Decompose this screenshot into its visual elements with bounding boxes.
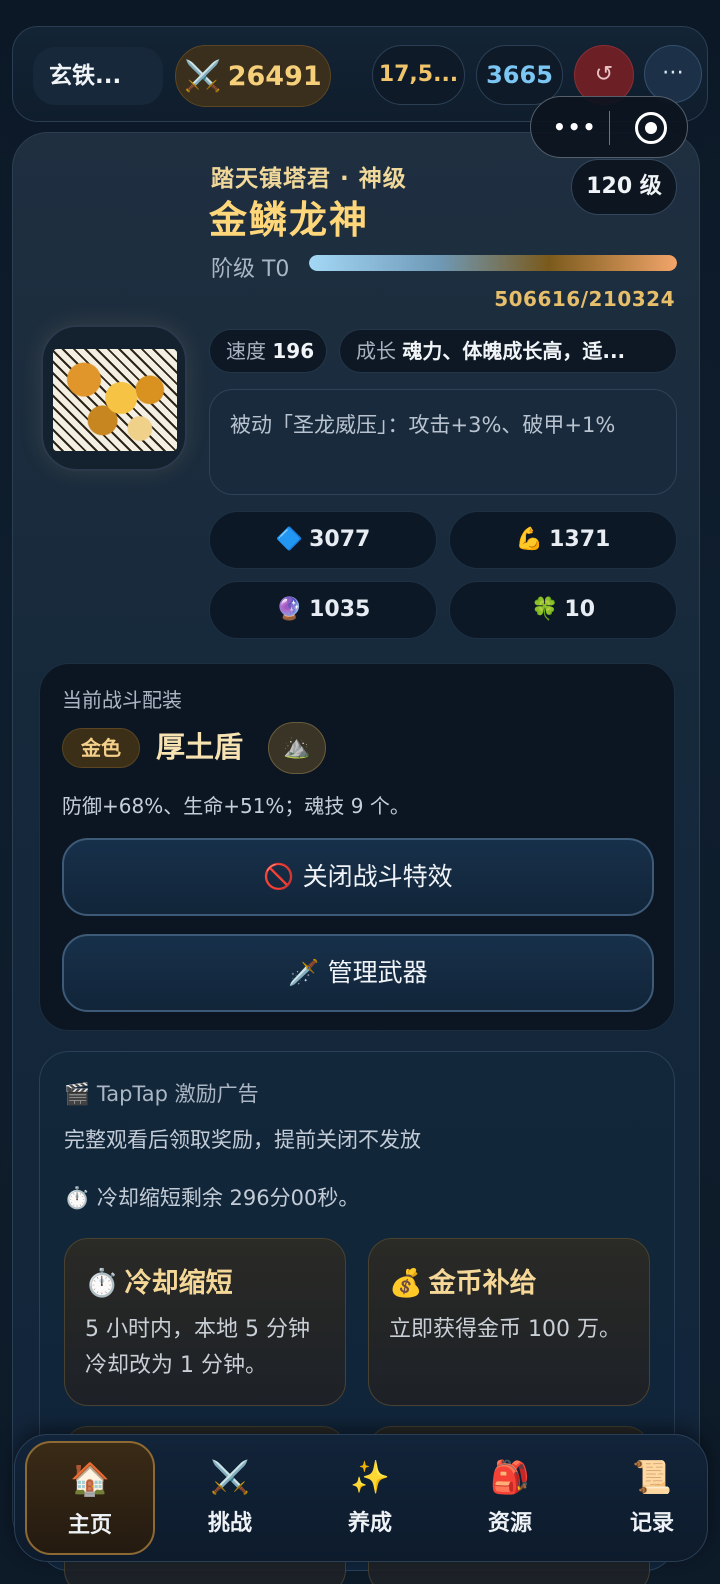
bottom-nav: 🏠 主页 ⚔️ 挑战 ✨ 养成 🎒 资源 📜 记录 — [14, 1434, 708, 1562]
card-title: ⏱️ 冷却缩短 — [85, 1261, 325, 1300]
card-body: 5 小时内，本地 5 分钟冷却改为 1 分钟。 — [85, 1317, 310, 1378]
stat-attack: 🔷 3077 — [209, 511, 437, 569]
nav-label: 挑战 — [207, 1511, 252, 1536]
menu-dots-icon[interactable]: ••• — [553, 115, 597, 139]
speed-label: 速度 — [226, 339, 266, 363]
nav-home[interactable]: 🏠 主页 — [25, 1441, 155, 1555]
close-target-icon[interactable] — [635, 112, 667, 144]
stat-value: 1371 — [549, 527, 611, 552]
house-icon: 🏠 — [70, 1460, 110, 1498]
flexed-arm-icon: 💪 — [515, 527, 544, 552]
stat-value: 3077 — [309, 527, 371, 552]
nav-label: 记录 — [629, 1511, 674, 1536]
backpack-icon: 🎒 — [490, 1458, 530, 1496]
scroll-icon: 📜 — [632, 1458, 672, 1496]
stat-value: 10 — [564, 597, 596, 622]
cooldown-text: 冷却缩短剩余 296分00秒。 — [96, 1186, 360, 1210]
stopwatch-icon: ⏱️ — [64, 1186, 91, 1210]
hero-title: 踏天镇塔君 · 神级 — [211, 166, 407, 192]
stat-magic: 🔮 1035 — [209, 581, 437, 639]
crossed-swords-icon: ⚔️ — [184, 58, 222, 94]
equipment-desc: 防御+68%、生命+51%；魂技 9 个。 — [62, 794, 410, 818]
nav-records[interactable]: 📜 记录 — [587, 1441, 717, 1555]
stat-strength: 💪 1371 — [449, 511, 677, 569]
gem-counter[interactable]: 3665 — [476, 45, 563, 105]
mountain-icon[interactable]: ⛰️ — [268, 722, 326, 774]
golden-dragon-image — [53, 349, 177, 451]
hero-avatar[interactable] — [41, 325, 187, 471]
growth-value: 魂力、体魄成长高，适... — [402, 339, 626, 363]
combat-power-value: 26491 — [227, 60, 322, 92]
card-body: 立即获得金币 100 万。 — [389, 1317, 621, 1342]
toggle-effects-label: 关闭战斗特效 — [302, 862, 453, 891]
sparkles-icon: ✨ — [350, 1458, 390, 1496]
nav-label: 资源 — [487, 1511, 532, 1536]
nav-label: 主页 — [67, 1513, 112, 1538]
ad-desc: 完整观看后领取奖励，提前关闭不发放 — [64, 1128, 421, 1152]
speed-value: 196 — [272, 339, 315, 363]
equipment-panel: 当前战斗配装 金色 厚土盾 ⛰️ 防御+68%、生命+51%；魂技 9 个。 🚫… — [39, 663, 675, 1031]
crossed-swords-icon: ⚔️ — [210, 1458, 250, 1496]
equipment-title: 当前战斗配装 — [62, 688, 182, 712]
nav-cultivate[interactable]: ✨ 养成 — [305, 1441, 435, 1555]
manage-weapons-button[interactable]: 🗡️ 管理武器 — [62, 934, 654, 1012]
ad-title-text: TapTap 激励广告 — [96, 1082, 259, 1106]
stopwatch-icon: ⏱️ — [85, 1268, 119, 1299]
more-icon[interactable]: ⋯ — [644, 45, 702, 103]
dagger-icon: 🗡️ — [288, 958, 320, 987]
card-title-text: 冷却缩短 — [124, 1268, 233, 1299]
money-bag-icon: 💰 — [389, 1268, 423, 1299]
clover-icon: 🍀 — [530, 597, 559, 622]
passive-skill-box: 被动「圣龙威压」：攻击+3%、破甲+1% — [209, 389, 677, 495]
reward-card-gold[interactable]: 💰 金币补给 立即获得金币 100 万。 — [368, 1238, 650, 1406]
growth-label: 成长 — [356, 339, 396, 363]
nav-label: 养成 — [347, 1511, 392, 1536]
prohibited-icon: 🚫 — [263, 862, 295, 891]
player-name[interactable]: 玄铁... — [33, 47, 163, 105]
ad-title: 🎬 TapTap 激励广告 — [64, 1078, 259, 1108]
exp-text: 506616/210324 — [494, 287, 675, 311]
clapperboard-icon: 🎬 — [64, 1082, 91, 1106]
growth-chip: 成长 魂力、体魄成长高，适... — [339, 329, 677, 373]
crystal-ball-icon: 🔮 — [275, 597, 304, 622]
manage-weapons-label: 管理武器 — [327, 958, 428, 987]
tier-label: 阶级 T0 — [211, 257, 290, 282]
combat-power-badge[interactable]: ⚔️ 26491 — [175, 45, 331, 107]
card-title: 💰 金币补给 — [389, 1261, 629, 1300]
capsule-divider — [609, 111, 610, 145]
card-title-text: 金币补给 — [428, 1268, 537, 1299]
tier-progress-fill — [309, 255, 677, 271]
cooldown-status: ⏱️ 冷却缩短剩余 296分00秒。 — [64, 1182, 359, 1212]
stat-value: 1035 — [309, 597, 371, 622]
tier-progress-bar — [309, 255, 677, 271]
hero-name: 金鳞龙神 — [209, 198, 370, 242]
stat-luck: 🍀 10 — [449, 581, 677, 639]
nav-challenge[interactable]: ⚔️ 挑战 — [165, 1441, 295, 1555]
nav-resources[interactable]: 🎒 资源 — [445, 1441, 575, 1555]
rarity-badge: 金色 — [62, 728, 140, 768]
diamond-icon: 🔷 — [275, 527, 304, 552]
level-badge: 120 级 — [571, 159, 677, 215]
equipment-name: 厚土盾 — [156, 730, 244, 764]
speed-chip: 速度 196 — [209, 329, 327, 373]
toggle-effects-button[interactable]: 🚫 关闭战斗特效 — [62, 838, 654, 916]
miniprogram-capsule: ••• — [530, 96, 688, 158]
hero-card: 踏天镇塔君 · 神级 金鳞龙神 120 级 阶级 T0 506616/21032… — [12, 132, 700, 1584]
gold-counter[interactable]: 17,5... — [372, 45, 465, 105]
reward-card-cooldown[interactable]: ⏱️ 冷却缩短 5 小时内，本地 5 分钟冷却改为 1 分钟。 — [64, 1238, 346, 1406]
